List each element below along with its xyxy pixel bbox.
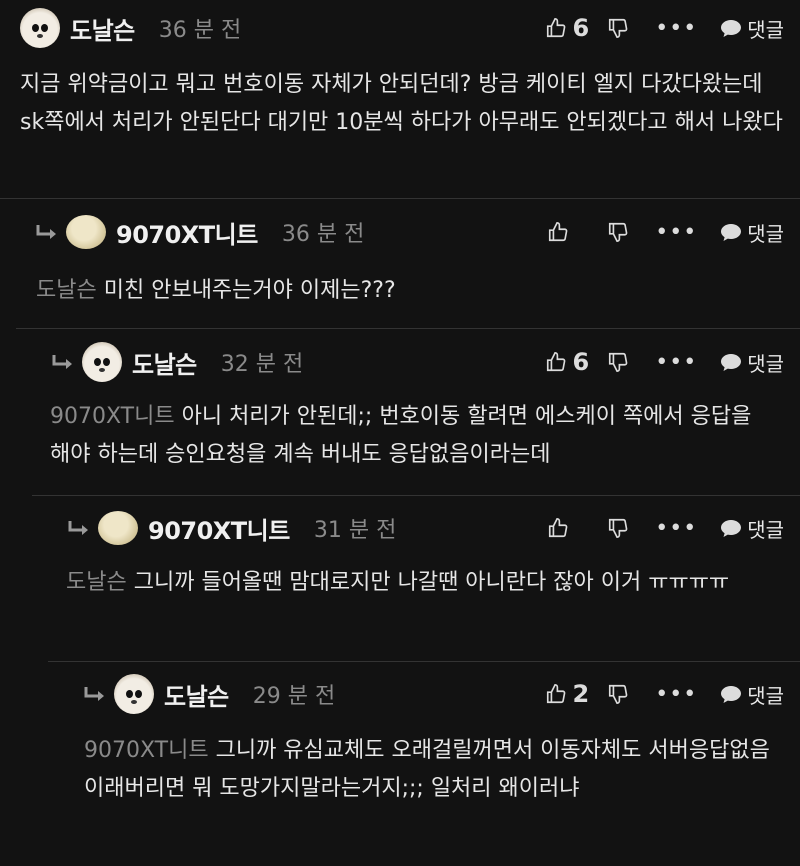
comment-actions: 6 ••• 댓글 xyxy=(545,6,784,50)
thumbs-up-icon xyxy=(549,222,568,242)
comment-body: 도날슨 그니까 들어올땐 맘대로지만 나갈땐 아니란다 잖아 이거 ㅠㅠㅠㅠ xyxy=(66,564,788,602)
like-count: 6 xyxy=(572,348,590,376)
divider xyxy=(0,198,800,199)
like-button[interactable]: 2 xyxy=(545,680,590,708)
reply-label: 댓글 xyxy=(747,17,784,42)
mention[interactable]: 9070XT니트 xyxy=(50,404,175,429)
more-icon[interactable]: ••• xyxy=(655,516,697,541)
reply-arrow-icon xyxy=(36,225,56,239)
more-icon[interactable]: ••• xyxy=(655,350,697,375)
more-icon[interactable]: ••• xyxy=(655,220,697,245)
dislike-button[interactable] xyxy=(607,17,629,39)
thumbs-down-icon xyxy=(609,352,628,372)
thumbs-down-icon xyxy=(609,684,628,704)
comment-header: 도날슨 29 분 전 xyxy=(82,672,335,716)
comment-body: 9070XT니트 그니까 유심교체도 오래걸릴꺼면서 이동자체도 서버응답없음 … xyxy=(84,732,788,808)
like-count: 6 xyxy=(572,14,590,42)
divider xyxy=(48,661,800,662)
speech-bubble-icon xyxy=(721,354,742,371)
speech-bubble-icon xyxy=(721,520,742,537)
reply-arrow-icon xyxy=(84,687,104,701)
comment-text: 미친 안보내주는거야 이제는??? xyxy=(103,278,396,303)
like-button[interactable]: 6 xyxy=(545,348,590,376)
timestamp: 36 분 전 xyxy=(281,222,365,247)
reply-button[interactable]: 댓글 xyxy=(719,514,784,543)
thumbs-down-icon xyxy=(609,518,628,538)
reply-label: 댓글 xyxy=(747,221,784,246)
timestamp: 36 분 전 xyxy=(158,18,242,43)
dislike-button[interactable] xyxy=(607,517,629,539)
comment-header: 도날슨 36 분 전 xyxy=(20,6,241,50)
thumbs-up-icon xyxy=(546,18,565,38)
mention[interactable]: 도날슨 xyxy=(66,570,127,595)
comment-actions: 2 ••• 댓글 xyxy=(545,672,784,716)
reply-button[interactable]: 댓글 xyxy=(719,218,784,247)
avatar[interactable] xyxy=(66,215,106,249)
divider xyxy=(32,495,800,496)
avatar[interactable] xyxy=(20,8,60,48)
reply-label: 댓글 xyxy=(747,683,784,708)
thumbs-down-icon xyxy=(609,18,628,38)
comment-actions: ••• 댓글 xyxy=(547,506,784,550)
comment-header: 도날슨 32 분 전 xyxy=(50,340,303,384)
speech-bubble-icon xyxy=(721,686,742,703)
author-nickname[interactable]: 도날슨 xyxy=(164,677,229,712)
avatar[interactable] xyxy=(98,511,138,545)
timestamp: 29 분 전 xyxy=(252,684,336,709)
comment-header: 9070XT니트 31 분 전 xyxy=(66,506,396,550)
comment-text: 그니까 들어올땐 맘대로지만 나갈땐 아니란다 잖아 이거 ㅠㅠㅠㅠ xyxy=(133,570,730,595)
author-nickname[interactable]: 도날슨 xyxy=(132,345,197,380)
thumbs-up-icon xyxy=(546,684,565,704)
more-icon[interactable]: ••• xyxy=(655,16,697,41)
like-count: 2 xyxy=(572,680,590,708)
mention[interactable]: 도날슨 xyxy=(36,278,97,303)
speech-bubble-icon xyxy=(721,20,742,37)
comment-header: 9070XT니트 36 분 전 xyxy=(34,210,364,254)
reply-button[interactable]: 댓글 xyxy=(719,680,784,709)
author-nickname[interactable]: 9070XT니트 xyxy=(116,215,258,250)
timestamp: 31 분 전 xyxy=(313,518,397,543)
reply-button[interactable]: 댓글 xyxy=(719,14,784,43)
comment-body: 지금 위약금이고 뭐고 번호이동 자체가 안되던데? 방금 케이티 엘지 다갔다… xyxy=(20,72,783,135)
dislike-button[interactable] xyxy=(607,351,629,373)
avatar[interactable] xyxy=(82,342,122,382)
comment-actions: 6 ••• 댓글 xyxy=(545,340,784,384)
reply-arrow-icon xyxy=(68,521,88,535)
comment-body: 9070XT니트 아니 처리가 안된데;; 번호이동 할려면 에스케이 쪽에서 … xyxy=(50,398,788,474)
dislike-button[interactable] xyxy=(607,683,629,705)
like-button[interactable]: 6 xyxy=(545,14,590,42)
thumbs-up-icon xyxy=(549,518,568,538)
more-icon[interactable]: ••• xyxy=(655,682,697,707)
author-nickname[interactable]: 도날슨 xyxy=(70,11,135,46)
dislike-button[interactable] xyxy=(607,221,629,243)
reply-button[interactable]: 댓글 xyxy=(719,348,784,377)
comment-body: 도날슨 미친 안보내주는거야 이제는??? xyxy=(36,272,788,310)
reply-arrow-icon xyxy=(52,355,72,369)
avatar[interactable] xyxy=(114,674,154,714)
divider xyxy=(16,328,800,329)
speech-bubble-icon xyxy=(721,224,742,241)
like-button[interactable] xyxy=(547,517,589,539)
thumbs-up-icon xyxy=(546,352,565,372)
timestamp: 32 분 전 xyxy=(220,352,304,377)
thumbs-down-icon xyxy=(609,222,628,242)
reply-label: 댓글 xyxy=(747,351,784,376)
comment-actions: ••• 댓글 xyxy=(547,210,784,254)
author-nickname[interactable]: 9070XT니트 xyxy=(148,511,290,546)
like-button[interactable] xyxy=(547,221,589,243)
reply-label: 댓글 xyxy=(747,517,784,542)
mention[interactable]: 9070XT니트 xyxy=(84,738,209,763)
